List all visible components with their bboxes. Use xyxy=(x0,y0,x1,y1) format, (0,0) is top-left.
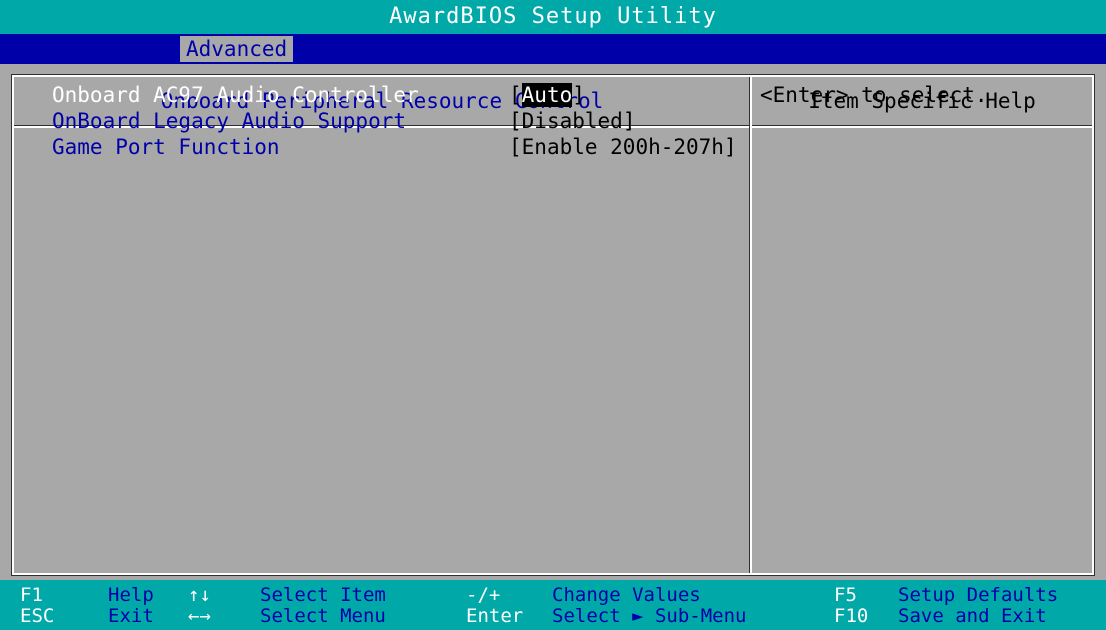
setting-value[interactable]: [Disabled] xyxy=(509,108,635,134)
app-title-bar: AwardBIOS Setup Utility xyxy=(0,0,1106,34)
key-help-bar: F1 Help ESC Exit ↑↓ Select Item ←→ Selec… xyxy=(0,580,1106,630)
selected-value: Auto xyxy=(521,83,573,107)
setting-ac97-audio-controller[interactable]: Onboard AC97 Audio Controller [Auto] xyxy=(52,82,742,108)
key-desc: Help xyxy=(108,584,154,606)
key-f1: F1 xyxy=(20,584,43,606)
key-help-item: ←→ Select Menu xyxy=(188,605,386,627)
setting-value[interactable]: [Auto] xyxy=(509,82,585,108)
key-f10: F10 xyxy=(834,605,869,627)
setting-label: OnBoard Legacy Audio Support xyxy=(52,109,407,133)
key-desc: Setup Defaults xyxy=(898,584,1059,606)
bios-screen: AwardBIOS Setup Utility Advanced Onboard… xyxy=(0,0,1106,630)
panel-divider xyxy=(750,77,752,573)
key-desc: Select Menu xyxy=(260,605,386,627)
key-enter: Enter xyxy=(466,605,524,627)
key-left-right-arrows: ←→ xyxy=(188,605,211,627)
setting-label: Onboard AC97 Audio Controller xyxy=(52,83,419,107)
value-text: Enable 200h-207h xyxy=(521,135,724,159)
setting-game-port-function[interactable]: Game Port Function [Enable 200h-207h] xyxy=(52,134,742,160)
key-minus-plus: -/+ xyxy=(466,584,501,606)
key-desc: Save and Exit xyxy=(898,605,1047,627)
bracket-open: [ xyxy=(509,135,522,159)
tab-advanced[interactable]: Advanced xyxy=(180,36,294,62)
key-help-item: F1 Help xyxy=(20,584,154,606)
setting-legacy-audio-support[interactable]: OnBoard Legacy Audio Support [Disabled] xyxy=(52,108,742,134)
value-text: Disabled xyxy=(521,109,623,133)
bracket-close: ] xyxy=(622,109,636,133)
key-desc: Change Values xyxy=(552,584,701,606)
key-f5: F5 xyxy=(834,584,857,606)
menu-bar: Advanced xyxy=(0,34,1106,64)
bracket-close: ] xyxy=(723,135,737,159)
key-up-down-arrows: ↑↓ xyxy=(188,584,211,606)
key-help-item: ↑↓ Select Item xyxy=(188,584,386,606)
settings-list: Onboard AC97 Audio Controller [Auto] OnB… xyxy=(52,82,742,160)
bracket-open: [ xyxy=(509,83,522,107)
key-desc: Exit xyxy=(108,605,154,627)
bracket-close: ] xyxy=(572,83,585,107)
app-title: AwardBIOS Setup Utility xyxy=(389,4,717,29)
setting-value[interactable]: [Enable 200h-207h] xyxy=(509,134,737,160)
setting-label: Game Port Function xyxy=(52,135,280,159)
key-desc: Select Item xyxy=(260,584,386,606)
bracket-open: [ xyxy=(509,109,522,133)
key-help-item: F10 Save and Exit xyxy=(834,605,1047,627)
key-help-item: F5 Setup Defaults xyxy=(834,584,1058,606)
key-help-item: Enter Select ► Sub-Menu xyxy=(466,605,746,627)
key-desc: Select ► Sub-Menu xyxy=(552,605,747,627)
key-help-item: -/+ Change Values xyxy=(466,584,701,606)
key-help-item: ESC Exit xyxy=(20,605,154,627)
help-text: <Enter> to select. xyxy=(760,83,988,107)
key-esc: ESC xyxy=(20,605,55,627)
